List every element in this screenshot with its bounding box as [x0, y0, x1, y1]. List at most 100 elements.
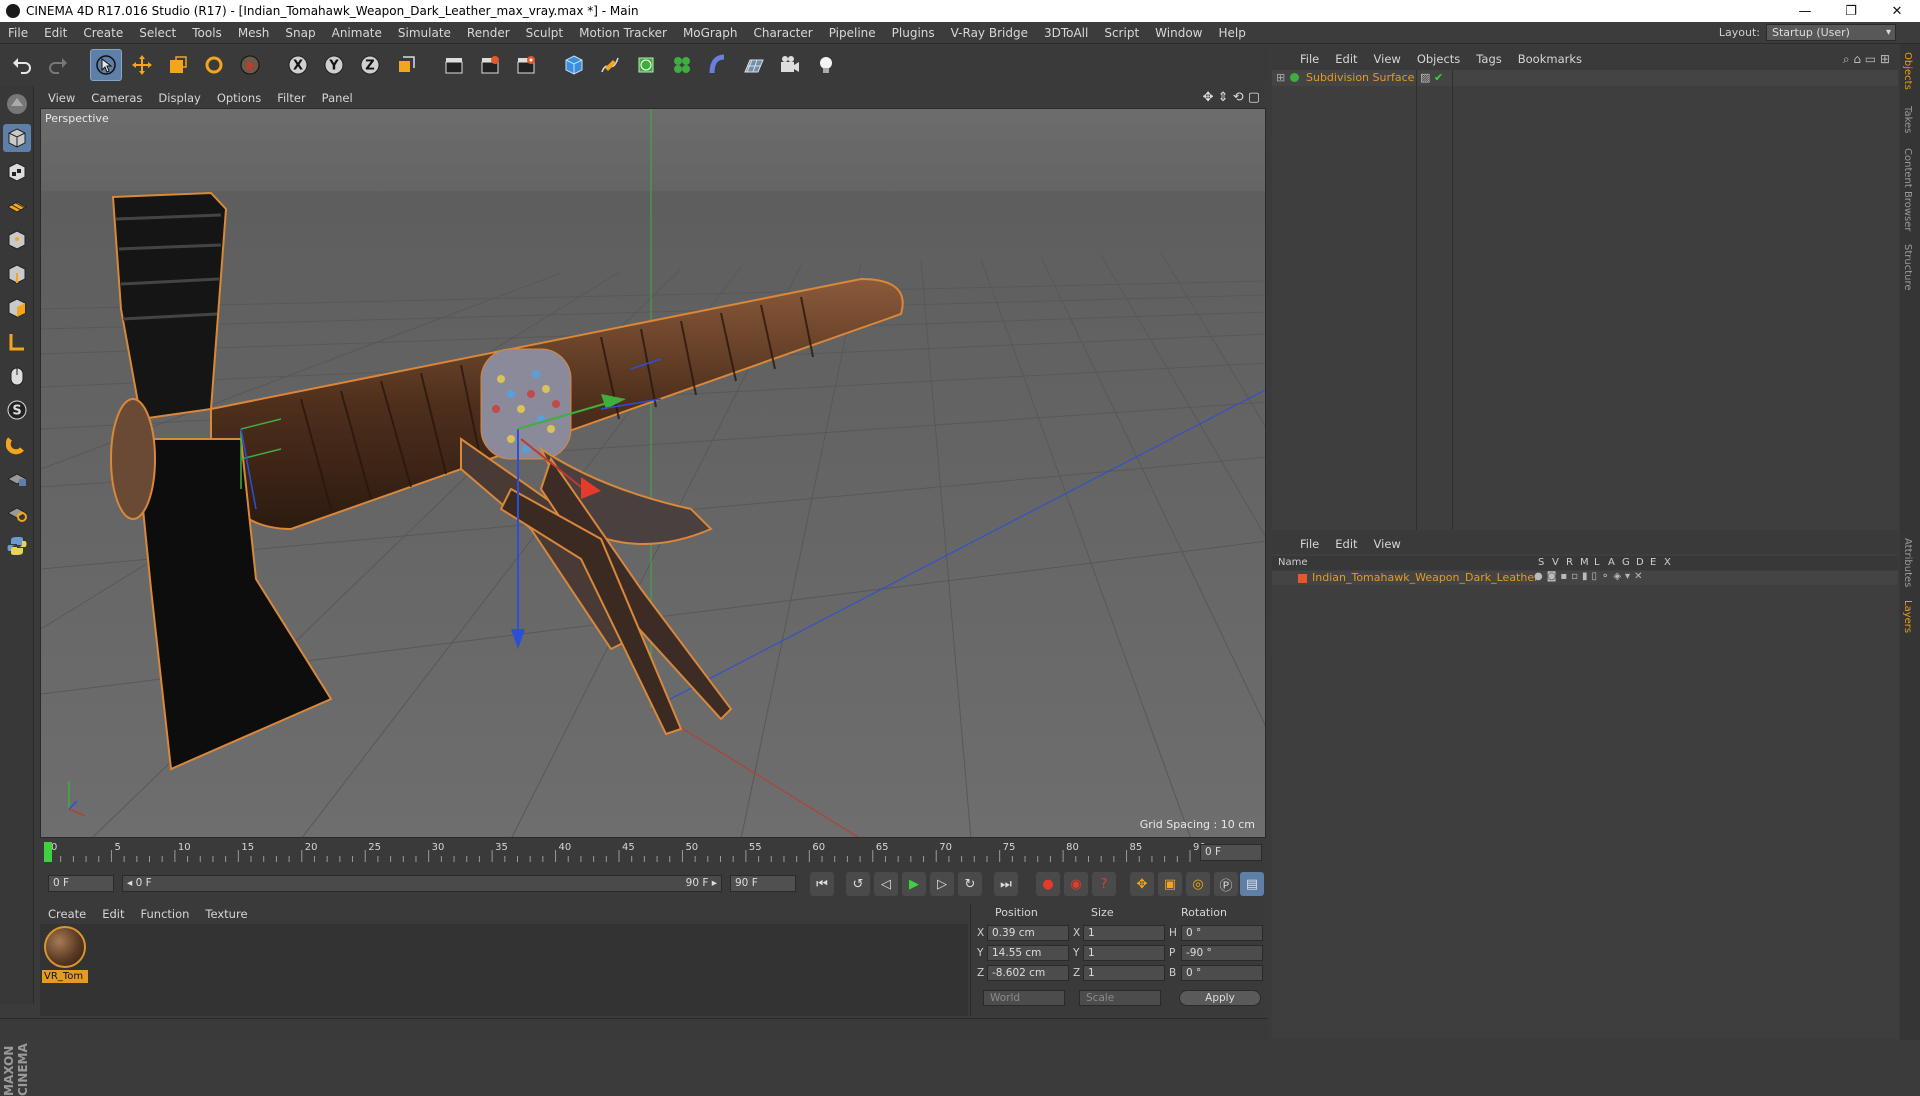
spline-pen-button[interactable] [594, 49, 626, 81]
layer-col-a[interactable]: A [1608, 557, 1615, 568]
size-y-field[interactable]: 1 [1083, 945, 1165, 961]
magnet-tool-button[interactable] [3, 430, 31, 458]
menu-snap[interactable]: Snap [277, 26, 323, 40]
layer-col-g[interactable]: G [1622, 557, 1630, 568]
make-editable-button[interactable] [3, 90, 31, 118]
close-button[interactable]: ✕ [1874, 0, 1920, 22]
preview-range-slider[interactable]: ◂ 0 F 90 F ▸ [122, 875, 722, 892]
workplane-mode-button[interactable] [3, 192, 31, 220]
record-keys-button[interactable]: ● [1036, 872, 1060, 896]
3d-viewport[interactable]: Perspective Grid Spacing : 10 cm [40, 108, 1266, 838]
object-menu-file[interactable]: File [1292, 52, 1327, 66]
rot-b-field[interactable]: 0 ° [1181, 965, 1263, 981]
rot-p-field[interactable]: -90 ° [1181, 945, 1263, 961]
deformer-button[interactable] [702, 49, 734, 81]
coordinate-space-select[interactable]: World [983, 990, 1065, 1006]
viewport-menu-view[interactable]: View [40, 91, 83, 105]
play-button[interactable]: ▶ [902, 872, 926, 896]
menu-mesh[interactable]: Mesh [230, 26, 278, 40]
pos-y-field[interactable]: 14.55 cm [987, 945, 1069, 961]
render-view-button[interactable] [438, 49, 470, 81]
layer-col-x[interactable]: X [1664, 557, 1671, 568]
current-frame-field[interactable]: 0 F [1200, 844, 1262, 861]
viewport-menu-panel[interactable]: Panel [314, 91, 361, 105]
polygons-mode-button[interactable] [3, 294, 31, 322]
menu-character[interactable]: Character [745, 26, 820, 40]
layer-row[interactable]: Indian_Tomahawk_Weapon_Dark_Leather ●◙▪▫… [1272, 571, 1898, 585]
menu-window[interactable]: Window [1147, 26, 1210, 40]
dock-tab-layers[interactable]: Layers [1902, 600, 1913, 633]
dock-tab-content-browser[interactable]: Content Browser [1902, 148, 1913, 231]
dock-tab-structure[interactable]: Structure [1902, 244, 1913, 291]
go-to-start-button[interactable]: ⏮ [810, 872, 834, 896]
points-mode-button[interactable] [3, 226, 31, 254]
layer-col-e[interactable]: E [1650, 557, 1656, 568]
menu-motion-tracker[interactable]: Motion Tracker [571, 26, 675, 40]
subdivision-surface-button[interactable] [630, 49, 662, 81]
key-rotation-button[interactable]: ◎ [1186, 872, 1210, 896]
go-to-end-button[interactable]: ⏭ [994, 872, 1018, 896]
end-frame-field[interactable]: 90 F [730, 875, 796, 892]
menu-pipeline[interactable]: Pipeline [821, 26, 884, 40]
next-key-button[interactable]: ↻ [958, 872, 982, 896]
undo-button[interactable] [6, 49, 38, 81]
size-mode-select[interactable]: Scale [1079, 990, 1161, 1006]
layer-menu-edit[interactable]: Edit [1327, 537, 1365, 551]
dock-tab-takes[interactable]: Takes [1902, 106, 1913, 133]
viewport-nav-icons[interactable]: ✥ ⇕ ⟲ ▢ [1203, 90, 1260, 105]
layer-col-s[interactable]: S [1538, 557, 1544, 568]
layer-col-l[interactable]: L [1594, 557, 1600, 568]
menu-file[interactable]: File [0, 26, 36, 40]
menu-plugins[interactable]: Plugins [884, 26, 943, 40]
timeline[interactable]: 051015202530354045505560657075808590 0 F [40, 840, 1266, 864]
z-axis-lock-button[interactable]: Z [354, 49, 386, 81]
pos-z-field[interactable]: -8.602 cm [987, 965, 1069, 981]
previous-frame-button[interactable]: ◁ [874, 872, 898, 896]
menu-animate[interactable]: Animate [324, 26, 390, 40]
menu-tools[interactable]: Tools [184, 26, 230, 40]
workplane-lock-button[interactable] [3, 464, 31, 492]
rot-h-field[interactable]: 0 ° [1181, 925, 1263, 941]
move-tool-button[interactable] [126, 49, 158, 81]
pos-x-field[interactable]: 0.39 cm [987, 925, 1069, 941]
material-name[interactable]: VR_Tom [42, 970, 88, 983]
object-menu-tags[interactable]: Tags [1468, 52, 1509, 66]
layer-col-m[interactable]: M [1580, 557, 1589, 568]
cube-primitive-button[interactable] [558, 49, 590, 81]
mograph-cloner-button[interactable] [666, 49, 698, 81]
timeline-window-button[interactable]: ▤ [1240, 872, 1264, 896]
key-scale-button[interactable]: ▣ [1158, 872, 1182, 896]
python-button[interactable] [3, 532, 31, 560]
layer-name[interactable]: Indian_Tomahawk_Weapon_Dark_Leather [1312, 571, 1539, 584]
layout-select[interactable]: Startup (User) [1766, 24, 1896, 41]
texture-mode-button[interactable] [3, 158, 31, 186]
workplane-mode2-button[interactable] [3, 498, 31, 526]
layer-col-v[interactable]: V [1552, 557, 1559, 568]
viewport-menu-display[interactable]: Display [150, 91, 208, 105]
layer-color-swatch[interactable] [1298, 574, 1307, 583]
scale-tool-button[interactable] [162, 49, 194, 81]
timeline-playhead[interactable] [44, 842, 52, 862]
object-manager-tools[interactable]: ⌕ ⌂ ▭ ⊞ [1843, 52, 1890, 67]
viewport-menu-cameras[interactable]: Cameras [83, 91, 150, 105]
dock-tab-attributes[interactable]: Attributes [1902, 538, 1913, 587]
snap-button[interactable]: S [3, 396, 31, 424]
redo-button[interactable] [42, 49, 74, 81]
menu-sculpt[interactable]: Sculpt [518, 26, 571, 40]
layer-flag-icons[interactable]: ●◙▪▫▮▯⚬◈▾✕ [1534, 571, 1646, 582]
x-axis-lock-button[interactable]: X [282, 49, 314, 81]
next-frame-button[interactable]: ▷ [930, 872, 954, 896]
viewport-menu-filter[interactable]: Filter [269, 91, 313, 105]
layer-col-r[interactable]: R [1566, 557, 1573, 568]
menu-simulate[interactable]: Simulate [390, 26, 459, 40]
menu-script[interactable]: Script [1096, 26, 1147, 40]
previous-key-button[interactable]: ↺ [846, 872, 870, 896]
material-swatch[interactable] [44, 926, 86, 968]
material-menu-function[interactable]: Function [133, 907, 198, 921]
object-menu-view[interactable]: View [1366, 52, 1409, 66]
menu-3dtoall[interactable]: 3DToAll [1036, 26, 1096, 40]
dock-tab-objects[interactable]: Objects [1902, 52, 1913, 90]
keyframe-selection-button[interactable]: ? [1092, 872, 1116, 896]
rotate-tool-button[interactable] [198, 49, 230, 81]
apply-button[interactable]: Apply [1179, 990, 1261, 1006]
